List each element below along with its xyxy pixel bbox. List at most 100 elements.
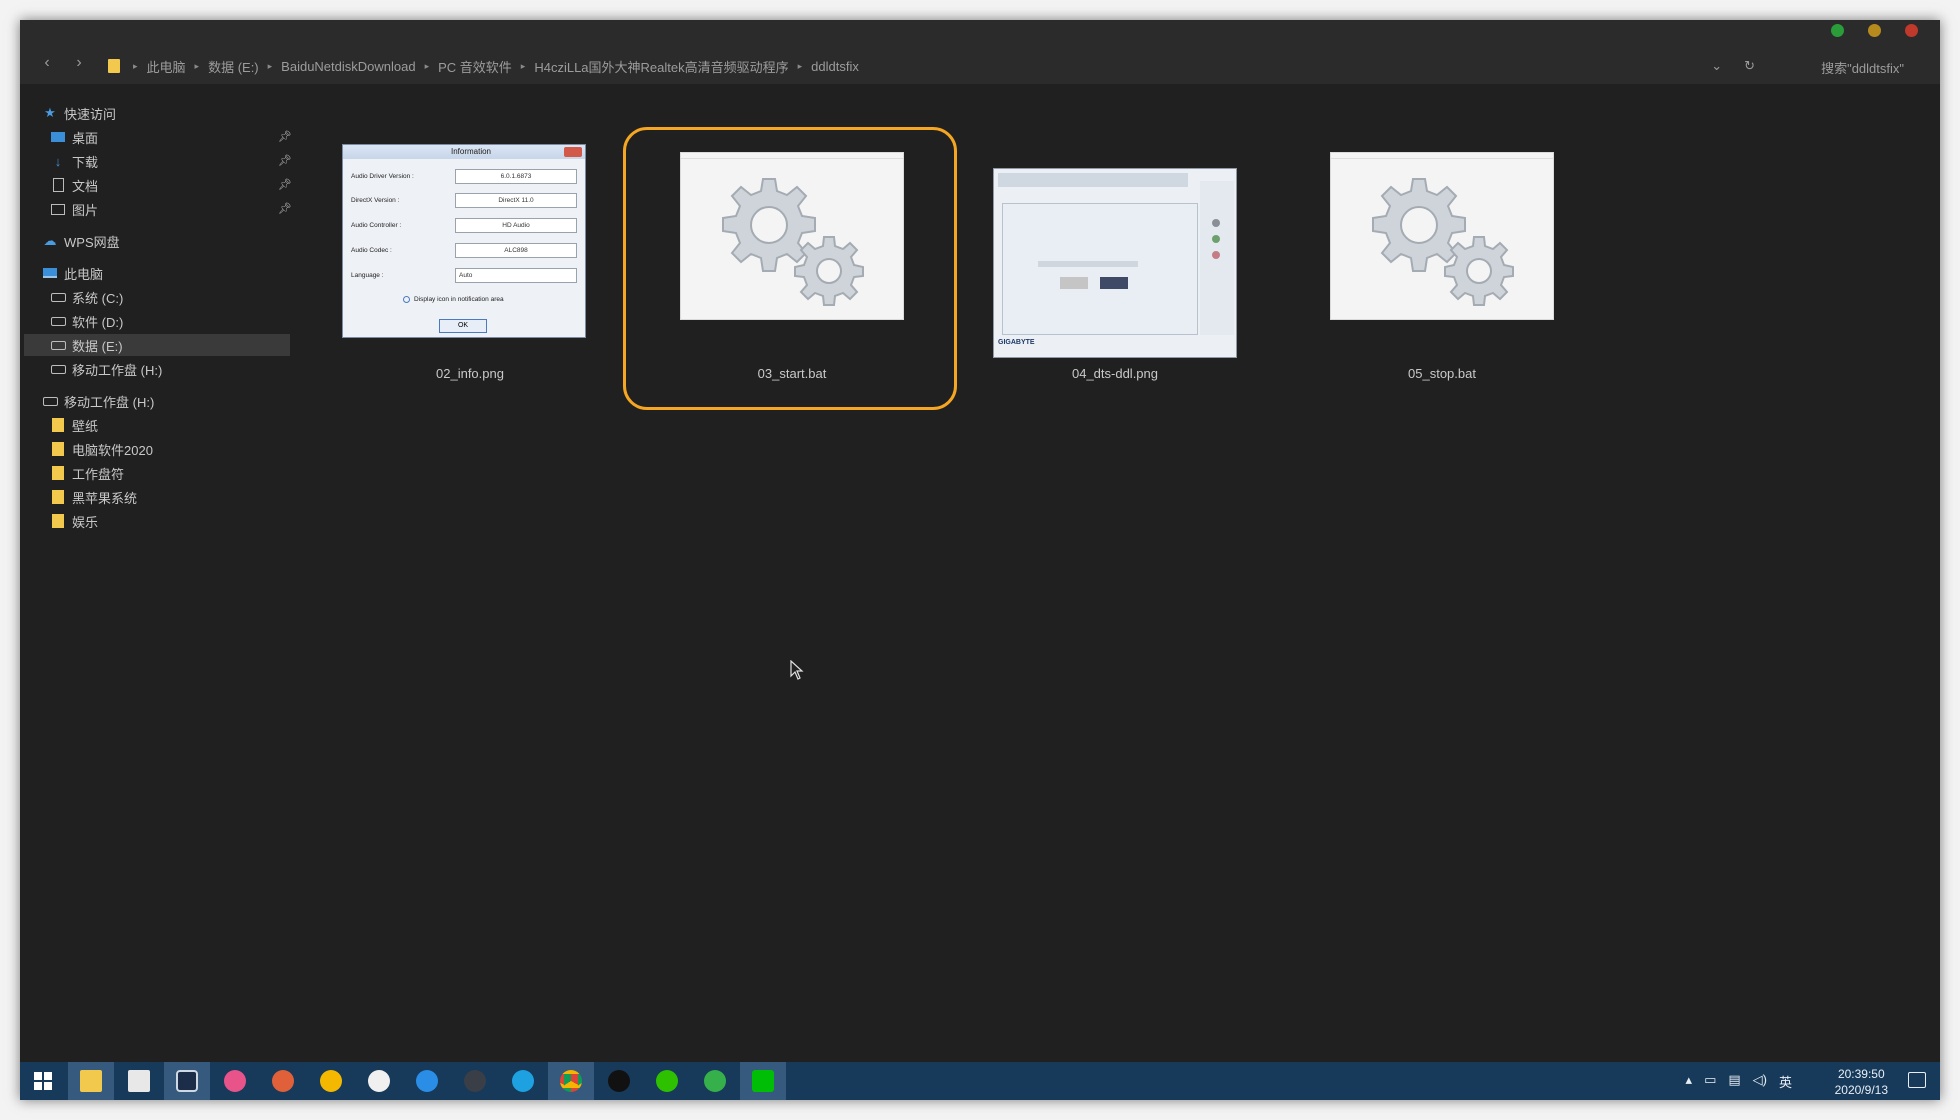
breadcrumb-item[interactable]: PC 音效软件 [438, 57, 512, 76]
taskbar-app-skype[interactable] [500, 1062, 546, 1100]
folder-icon [50, 441, 66, 457]
volume-icon[interactable]: ◁) [1753, 1072, 1767, 1091]
taskbar: ▴ ▭ ▤ ◁) 英 20:39:50 2020/9/13 [20, 1062, 1940, 1100]
taskbar-app-wechat[interactable] [644, 1062, 690, 1100]
download-icon: ↓ [54, 153, 62, 169]
file-name: 02_info.png [436, 366, 504, 381]
mouse-cursor-icon [790, 660, 804, 680]
cloud-icon [416, 1070, 438, 1092]
dialog-checkbox-label: Display icon in notification area [414, 296, 504, 304]
taskbar-app-1[interactable] [212, 1062, 258, 1100]
file-name: 04_dts-ddl.png [1071, 366, 1158, 381]
breadcrumb-item[interactable]: H4cziLLa国外大神Realtek高清音频驱动程序 [534, 57, 788, 76]
notification-icon[interactable] [1908, 1072, 1926, 1088]
taskbar-app-4[interactable] [452, 1062, 498, 1100]
file-item-stop-bat[interactable]: 05_stop.bat [1290, 130, 1590, 390]
file-item-start-bat[interactable]: 03_start.bat [623, 127, 957, 410]
dialog-label: Audio Driver Version : [351, 173, 414, 180]
document-icon [50, 177, 66, 193]
pin-icon: 📌︎ [278, 203, 292, 215]
minimize-button[interactable] [1831, 24, 1844, 37]
sidebar-folder[interactable]: 娱乐 [50, 510, 98, 532]
skype-icon [512, 1070, 534, 1092]
iqiyi-icon [752, 1070, 774, 1092]
forward-icon[interactable]: › [70, 54, 88, 72]
breadcrumb-item[interactable]: ddldtsfix [811, 59, 859, 74]
maximize-button[interactable] [1868, 24, 1881, 37]
sidebar-item-removable[interactable]: 移动工作盘 (H:) [42, 390, 154, 412]
sidebar-folder[interactable]: 电脑软件2020 [50, 438, 153, 460]
sidebar-item-drive-h[interactable]: 移动工作盘 (H:) [50, 358, 162, 380]
sidebar-item-desktop[interactable]: 桌面 [50, 126, 98, 148]
taskbar-app-music[interactable] [356, 1062, 402, 1100]
dialog-label: Audio Codec : [351, 247, 392, 254]
taskbar-app-screenshot[interactable] [164, 1062, 210, 1100]
taskbar-app-explorer[interactable] [68, 1062, 114, 1100]
sidebar-item-downloads[interactable]: ↓ 下载 [50, 150, 98, 172]
drive-icon [50, 361, 66, 377]
sidebar-folder[interactable]: 壁纸 [50, 414, 98, 436]
sidebar-item-drive-c[interactable]: 系统 (C:) [50, 286, 123, 308]
gears-icon [1330, 152, 1554, 320]
sidebar-folder[interactable]: 工作盘符 [50, 462, 124, 484]
address-bar: ‹ › ▸ 此电脑 ▸ 数据 (E:) ▸ BaiduNetdiskDownload… [20, 20, 1940, 84]
pin-icon: 📌︎ [278, 131, 292, 143]
taskbar-app-qq[interactable] [596, 1062, 642, 1100]
drive-icon [42, 393, 58, 409]
chevron-up-icon[interactable]: ▴ [1686, 1072, 1693, 1091]
breadcrumb-item[interactable]: 此电脑 [147, 57, 186, 76]
app-icon [224, 1070, 246, 1092]
desktop-icon [50, 129, 66, 145]
sidebar-item-drive-d[interactable]: 软件 (D:) [50, 310, 123, 332]
taskbar-app-iqiyi[interactable] [740, 1062, 786, 1100]
sidebar-item-quick-access[interactable]: ★ 快速访问 [42, 102, 116, 124]
close-icon [564, 147, 582, 157]
sidebar-item-wps[interactable]: ☁ WPS网盘 [42, 230, 120, 252]
sidebar-item-drive-e[interactable]: 数据 (E:) [24, 334, 290, 356]
folder-icon [50, 417, 66, 433]
star-icon: ★ [44, 105, 56, 120]
taskbar-app-cloud[interactable] [404, 1062, 450, 1100]
dialog-value: ALC898 [455, 243, 577, 258]
back-icon[interactable]: ‹ [38, 54, 56, 72]
sidebar-item-pictures[interactable]: 图片 [50, 198, 98, 220]
breadcrumb-item[interactable]: 数据 (E:) [208, 57, 259, 76]
ime-indicator[interactable]: 英 [1779, 1072, 1792, 1091]
chevron-down-icon[interactable]: ⌄ [1711, 58, 1722, 74]
store-icon [128, 1070, 150, 1092]
taskbar-app-5[interactable] [692, 1062, 738, 1100]
dialog-checkbox: Display icon in notification area [403, 296, 504, 303]
taskbar-app-3[interactable] [308, 1062, 354, 1100]
taskbar-app-store[interactable] [116, 1062, 162, 1100]
folder-icon [50, 513, 66, 529]
sidebar-item-documents[interactable]: 文档 [50, 174, 98, 196]
dialog-ok-button: OK [439, 319, 487, 333]
file-explorer-window: ‹ › ▸ 此电脑 ▸ 数据 (E:) ▸ BaiduNetdiskDownload… [20, 20, 1940, 1100]
battery-icon[interactable]: ▭ [1704, 1072, 1716, 1091]
breadcrumb-item[interactable]: BaiduNetdiskDownload [281, 59, 415, 74]
qq-icon [608, 1070, 630, 1092]
dialog-value: HD Audio [455, 218, 577, 233]
settings-icon [1372, 178, 1514, 306]
start-button[interactable] [20, 1062, 66, 1100]
sidebar-item-this-pc[interactable]: 此电脑 [42, 262, 103, 284]
sidebar-folder[interactable]: 黑苹果系统 [50, 486, 137, 508]
network-icon[interactable]: ▤ [1728, 1072, 1740, 1091]
file-item-info-png[interactable]: Information Audio Driver Version : 6.0.1… [320, 140, 620, 390]
taskbar-app-chrome[interactable] [548, 1062, 594, 1100]
clock[interactable]: 20:39:50 2020/9/13 [1835, 1066, 1888, 1098]
cloud-icon: ☁ [43, 233, 57, 248]
folder-icon [50, 489, 66, 505]
dialog-title: Information [450, 147, 492, 156]
taskbar-app-2[interactable] [260, 1062, 306, 1100]
gigabyte-logo: GIGABYTE [998, 339, 1035, 346]
music-icon [368, 1070, 390, 1092]
search-input[interactable]: 搜索"ddldtsfix" [1821, 58, 1904, 77]
file-item-dts-png[interactable]: GIGABYTE 04_dts-ddl.png [965, 140, 1265, 390]
drive-icon [50, 337, 66, 353]
capture-icon [176, 1070, 198, 1092]
refresh-icon[interactable]: ↻ [1744, 58, 1755, 74]
navigation-pane: ★ 快速访问 桌面 📌︎ ↓ 下载 📌︎ 文档 📌︎ 图片 📌︎ ☁ WPS网盘 [20, 90, 295, 1030]
info-dialog-thumbnail: Information Audio Driver Version : 6.0.1… [342, 144, 586, 338]
close-button[interactable] [1905, 24, 1918, 37]
